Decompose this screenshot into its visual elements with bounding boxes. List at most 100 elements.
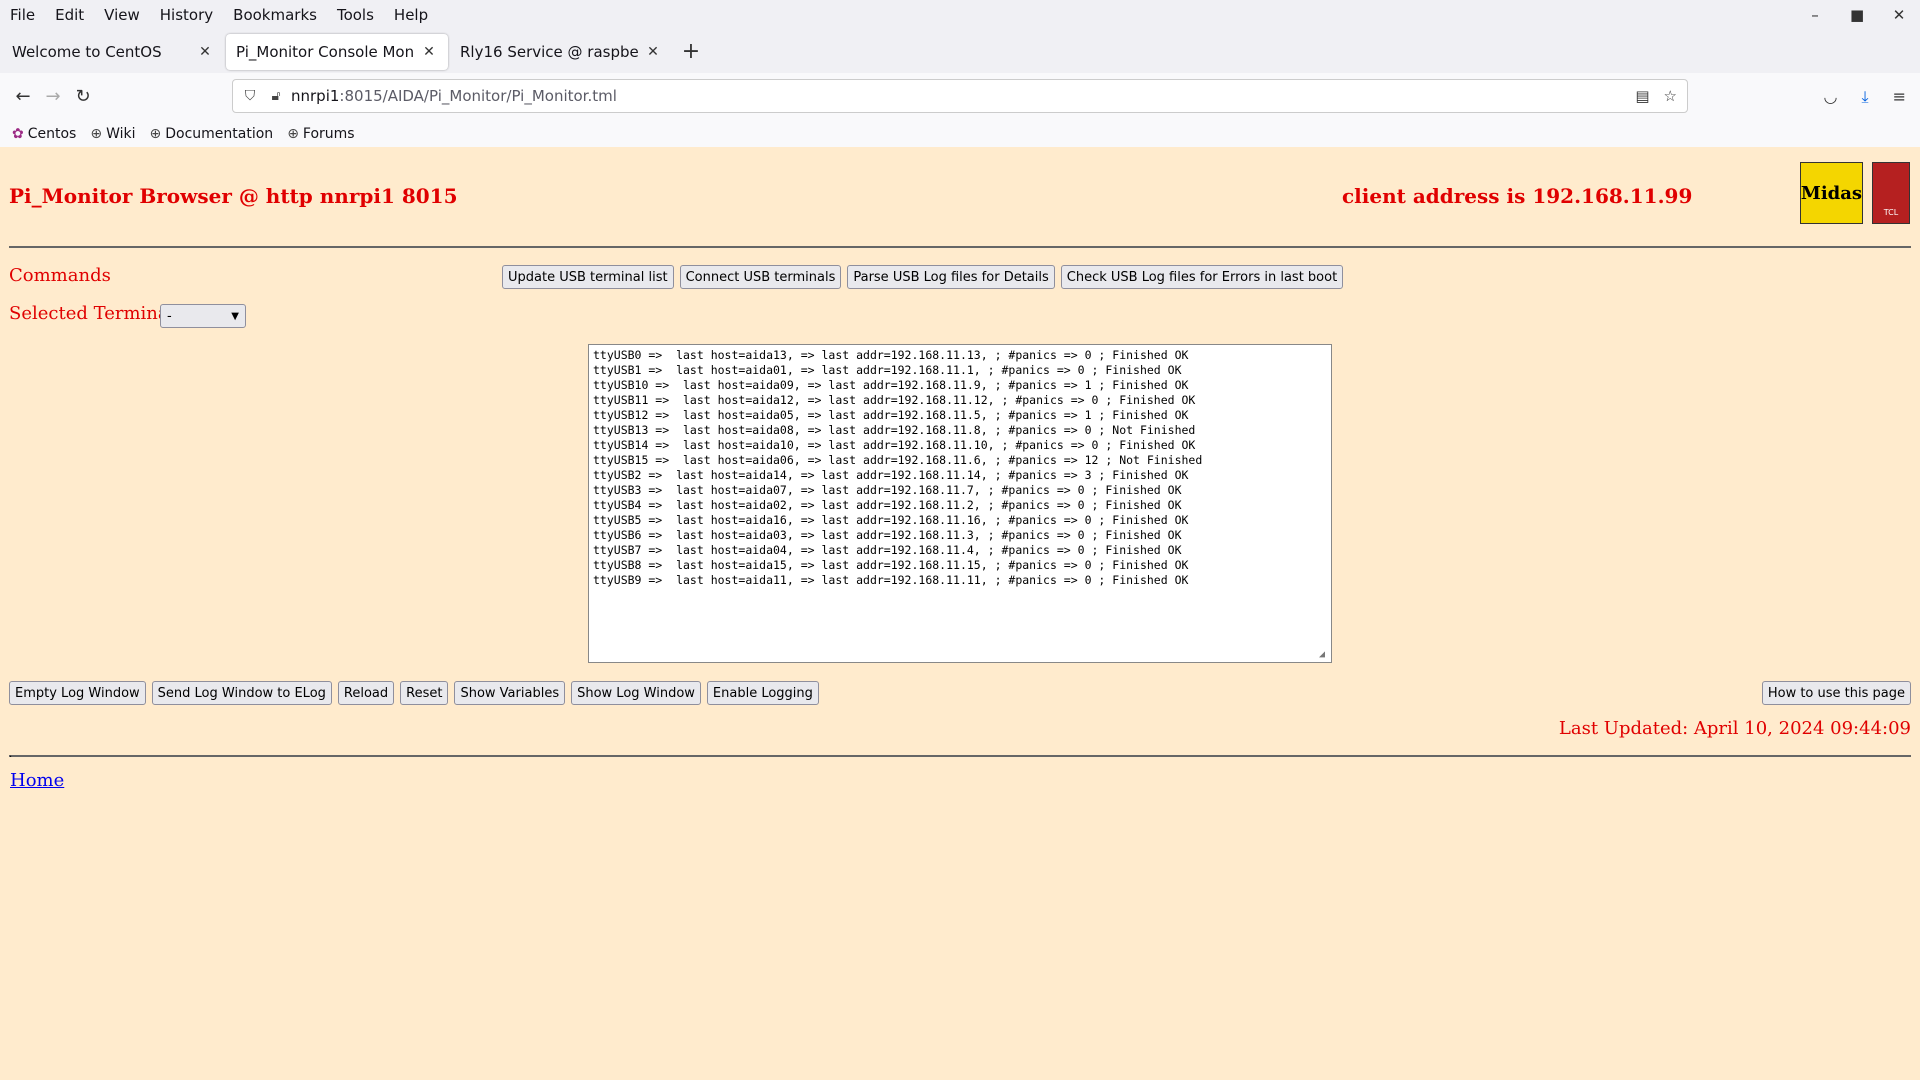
tab-welcome-centos[interactable]: Welcome to CentOS ✕ [2, 34, 224, 70]
empty-log-window-button[interactable]: Empty Log Window [9, 681, 146, 705]
how-to-use-button[interactable]: How to use this page [1761, 681, 1911, 705]
midas-logo: Midas [1800, 162, 1863, 224]
downloads-icon[interactable]: ⤓ [1862, 87, 1869, 107]
bookmark-documentation[interactable]: ⊕ Documentation [150, 126, 274, 142]
log-line: ttyUSB7 => last host=aida04, => last add… [593, 543, 1182, 557]
bookmark-star-icon[interactable]: ☆ [1664, 87, 1677, 105]
check-usb-log-errors-button[interactable]: Check USB Log files for Errors in last b… [1060, 265, 1344, 289]
bookmark-forums[interactable]: ⊕ Forums [287, 126, 354, 142]
shield-icon[interactable]: ⛉ [237, 88, 263, 104]
forward-icon[interactable]: → [38, 82, 68, 112]
minimize-icon[interactable]: – [1808, 6, 1822, 24]
bookmark-label: Documentation [165, 125, 274, 142]
chevron-down-icon: ▼ [231, 310, 239, 322]
bookmark-label: Forums [302, 125, 355, 142]
log-line: ttyUSB6 => last host=aida03, => last add… [593, 528, 1182, 542]
menu-history[interactable]: History [150, 6, 223, 24]
menu-bar: File Edit View History Bookmarks Tools H… [0, 0, 1920, 30]
commands-label: Commands [9, 265, 111, 286]
tab-label: Rly16 Service @ raspberrypi [460, 42, 638, 61]
url-bar[interactable]: ⛉ 🔓︎ nnrpi1:8015/AIDA/Pi_Monitor/Pi_Moni… [232, 79, 1688, 113]
log-line: ttyUSB4 => last host=aida02, => last add… [593, 498, 1182, 512]
url-actions: ▤ ☆ [1635, 87, 1687, 105]
menu-view[interactable]: View [94, 6, 150, 24]
reload-button[interactable]: Reload [337, 681, 395, 705]
selected-terminal-select[interactable]: - ▼ [160, 304, 246, 328]
home-link[interactable]: Home [10, 770, 64, 791]
client-address: client address is 192.168.11.99 [1342, 184, 1693, 208]
close-icon[interactable]: ✕ [420, 44, 438, 60]
page-title: Pi_Monitor Browser @ http nnrpi1 8015 [9, 184, 458, 208]
log-line: ttyUSB1 => last host=aida01, => last add… [593, 363, 1182, 377]
window-controls: – ■ ✕ [1808, 0, 1906, 30]
globe-icon: ⊕ [90, 125, 103, 142]
log-line: ttyUSB5 => last host=aida16, => last add… [593, 513, 1189, 527]
show-variables-button[interactable]: Show Variables [454, 681, 566, 705]
log-line: ttyUSB0 => last host=aida13, => last add… [593, 348, 1189, 362]
maximize-icon[interactable]: ■ [1850, 6, 1864, 24]
tcl-logo-text: TCL [1883, 208, 1899, 217]
log-line: ttyUSB9 => last host=aida11, => last add… [593, 573, 1189, 587]
close-icon[interactable]: ✕ [196, 44, 214, 60]
update-usb-terminal-list-button[interactable]: Update USB terminal list [502, 265, 674, 289]
bookmarks-bar: ✿ Centos ⊕ Wiki ⊕ Documentation ⊕ Forums [0, 120, 1920, 148]
bookmark-label: Centos [27, 125, 77, 142]
send-log-to-elog-button[interactable]: Send Log Window to ELog [151, 681, 332, 705]
log-line: ttyUSB13 => last host=aida08, => last ad… [593, 423, 1196, 437]
show-log-window-button[interactable]: Show Log Window [571, 681, 701, 705]
last-updated: Last Updated: April 10, 2024 09:44:09 [1558, 718, 1911, 739]
log-line: ttyUSB3 => last host=aida07, => last add… [593, 483, 1182, 497]
back-icon[interactable]: ← [8, 82, 38, 112]
log-line: ttyUSB10 => last host=aida09, => last ad… [593, 378, 1189, 392]
command-buttons: Update USB terminal list Connect USB ter… [502, 265, 1344, 289]
log-window[interactable]: ttyUSB0 => last host=aida13, => last add… [588, 344, 1332, 663]
reset-button[interactable]: Reset [400, 681, 449, 705]
browser-chrome: File Edit View History Bookmarks Tools H… [0, 0, 1920, 148]
parse-usb-log-files-button[interactable]: Parse USB Log files for Details [847, 265, 1055, 289]
log-line: ttyUSB2 => last host=aida14, => last add… [593, 468, 1189, 482]
toolbar-actions: ◡ ⤓ ≡ [1824, 73, 1906, 120]
midas-logo-text: Midas [1800, 182, 1863, 204]
url-text[interactable]: nnrpi1:8015/AIDA/Pi_Monitor/Pi_Monitor.t… [291, 87, 617, 105]
log-line: ttyUSB11 => last host=aida12, => last ad… [593, 393, 1196, 407]
globe-icon: ⊕ [149, 125, 162, 142]
nav-bar: ← → ↻ ⛉ 🔓︎ nnrpi1:8015/AIDA/Pi_Monitor/P… [0, 73, 1920, 120]
menu-bookmarks[interactable]: Bookmarks [223, 6, 327, 24]
connect-usb-terminals-button[interactable]: Connect USB terminals [679, 265, 842, 289]
close-icon[interactable]: ✕ [644, 44, 662, 60]
log-line: ttyUSB8 => last host=aida15, => last add… [593, 558, 1189, 572]
log-line: ttyUSB14 => last host=aida10, => last ad… [593, 438, 1196, 452]
insecure-lock-icon[interactable]: 🔓︎ [263, 88, 289, 104]
dot-text: . [9, 749, 13, 760]
bookmark-wiki[interactable]: ⊕ Wiki [90, 126, 135, 142]
tab-bar: Welcome to CentOS ✕ Pi_Monitor Console M… [0, 30, 1920, 73]
close-window-icon[interactable]: ✕ [1892, 6, 1906, 24]
url-path: :8015/AIDA/Pi_Monitor/Pi_Monitor.tml [339, 87, 617, 105]
selected-terminal-label: Selected Terminal [9, 303, 175, 324]
bookmark-centos[interactable]: ✿ Centos [12, 126, 76, 142]
globe-icon: ⊕ [287, 125, 299, 142]
tab-label: Welcome to CentOS [12, 42, 162, 61]
menu-tools[interactable]: Tools [327, 6, 384, 24]
selected-terminal-value: - [167, 308, 172, 324]
log-line: ttyUSB12 => last host=aida05, => last ad… [593, 408, 1189, 422]
new-tab-button[interactable]: + [674, 35, 708, 69]
reader-view-icon[interactable]: ▤ [1635, 87, 1649, 105]
menu-file[interactable]: File [0, 6, 45, 24]
tab-label: Pi_Monitor Console Monitoring [236, 42, 414, 61]
enable-logging-button[interactable]: Enable Logging [706, 681, 819, 705]
tab-rly16-service[interactable]: Rly16 Service @ raspberrypi ✕ [450, 34, 672, 70]
reload-icon[interactable]: ↻ [68, 82, 98, 112]
tab-pi-monitor[interactable]: Pi_Monitor Console Monitoring ✕ [226, 33, 448, 70]
hamburger-menu-icon[interactable]: ≡ [1893, 87, 1906, 106]
menu-help[interactable]: Help [384, 6, 438, 24]
log-line: ttyUSB15 => last host=aida06, => last ad… [593, 453, 1203, 467]
resize-grip-icon[interactable]: ◢ [1319, 650, 1329, 660]
divider-top [9, 246, 1911, 248]
menu-edit[interactable]: Edit [45, 6, 94, 24]
bottom-buttons: Empty Log Window Send Log Window to ELog… [9, 681, 819, 705]
bookmark-label: Wiki [106, 125, 136, 142]
tcl-logo: TCL [1872, 162, 1910, 224]
pocket-icon[interactable]: ◡ [1824, 87, 1838, 106]
page-content: Pi_Monitor Browser @ http nnrpi1 8015 cl… [0, 147, 1920, 1080]
